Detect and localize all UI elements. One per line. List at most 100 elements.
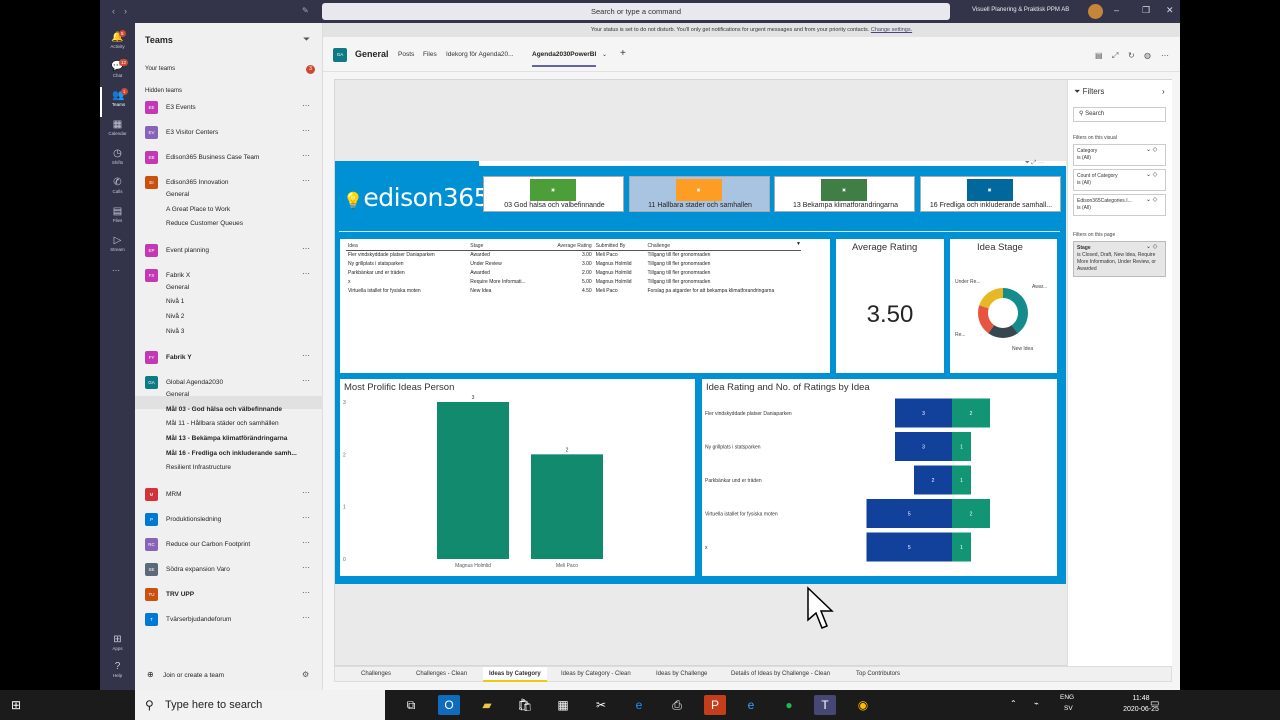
maximize-icon[interactable]: ❐ [1142, 5, 1150, 16]
column-header[interactable]: Stage [468, 242, 552, 251]
page-tab[interactable]: Ideas by Challenge [650, 667, 713, 682]
taskbar-search-input[interactable]: ⚲ Type here to search [135, 690, 385, 720]
rail-teams[interactable]: 👥 Teams 1 [100, 87, 135, 117]
compose-icon[interactable]: ✎ [302, 6, 309, 15]
team-row[interactable]: EE E3 Events ⋯ [135, 98, 323, 118]
table-row[interactable]: Fler vindskyddade platser Daniaparken Awa… [346, 250, 801, 259]
forward-icon[interactable]: › [124, 6, 127, 16]
back-icon[interactable]: ‹ [112, 6, 115, 16]
channel-item[interactable]: General [166, 191, 189, 198]
column-header[interactable]: Average Rating [551, 242, 594, 251]
more-options-icon[interactable]: ⋯ [302, 563, 310, 572]
more-options-icon[interactable]: ⋯ [302, 244, 310, 253]
tab-posts[interactable]: Posts [398, 51, 414, 58]
rail-activity[interactable]: 🔔 Activity 5 [100, 29, 135, 59]
visual-filter-card[interactable]: Category ⌄ ◇ is (All) [1073, 144, 1166, 166]
visual-filter-icon[interactable]: ⏷ ⤢ ⋯ [1025, 160, 1044, 167]
chevron-down-icon[interactable]: ⌄ ◇ [1146, 172, 1157, 179]
filter-search-input[interactable]: ⚲ Search [1073, 107, 1166, 122]
bar[interactable] [437, 402, 509, 559]
channel-item[interactable]: A Great Place to Work [166, 206, 230, 213]
stage-filter-card[interactable]: Stage ⌄ ◇ is Closed, Draft, New Idea, Re… [1073, 241, 1166, 277]
visual-filter-card[interactable]: Count of Category ⌄ ◇ is (All) [1073, 169, 1166, 191]
minimize-icon[interactable]: – [1114, 5, 1119, 15]
lang-primary[interactable]: ENG [1060, 694, 1074, 701]
team-row[interactable]: EI Edison365 Innovation ⋯ [135, 173, 323, 193]
windows-start-icon[interactable]: ⊞ [11, 698, 21, 712]
column-header[interactable]: Idea [346, 242, 469, 251]
table-row[interactable]: Virtuella istallet for fysiska moten New … [346, 286, 801, 295]
table-row[interactable]: Ny grillplats i statsparken Under Review 3… [346, 259, 801, 268]
channel-item[interactable]: Mål 13 - Bekämpa klimatförändringarna [166, 435, 287, 442]
more-options-icon[interactable]: ⋯ [302, 376, 310, 385]
team-row[interactable]: EV E3 Visitor Centers ⋯ [135, 123, 323, 143]
page-tab[interactable]: Ideas by Category - Clean [555, 667, 637, 682]
team-row[interactable]: T Tvärserbjudandeforum ⋯ [135, 610, 323, 630]
store-icon[interactable]: 🛍 [514, 695, 536, 715]
tab-idekorg[interactable]: Idekorg för Agenda20... [446, 51, 514, 58]
table-row[interactable]: Parkbänkar und er träden Awarded 2.00 Magnu… [346, 268, 801, 277]
average-rating-card[interactable]: Average Rating 3.50 [836, 239, 944, 373]
more-options-icon[interactable]: ⋯ [302, 538, 310, 547]
visual-filter-card[interactable]: Edison365Categories.I... ⌄ ◇ is (All) [1073, 194, 1166, 216]
donut-slice[interactable] [979, 288, 1003, 309]
more-options-icon[interactable]: ⋯ [302, 126, 310, 135]
most-prolific-visual[interactable]: Most Prolific Ideas Person 0 1 2 3 3 Magnus H… [340, 379, 695, 576]
goal-tile[interactable]: ▣ 16 Fredliga och inkluderande samhall... [919, 176, 1061, 212]
outlook-icon[interactable]: O [438, 695, 460, 715]
more-options-icon[interactable]: ⋯ [302, 101, 310, 110]
tray-chevron-icon[interactable]: ⌃ [1010, 699, 1017, 708]
refresh-icon[interactable]: ↻ [1128, 51, 1135, 60]
page-tab[interactable]: Challenges [355, 667, 397, 682]
filter-icon[interactable]: ⏷ [303, 34, 310, 45]
avatar[interactable] [1088, 4, 1103, 19]
goal-tile[interactable]: ▣ 03 God halsa och valbefinnande [483, 176, 624, 212]
close-icon[interactable]: ✕ [1166, 5, 1174, 16]
team-row[interactable]: SE Södra expansion Varo ⋯ [135, 560, 323, 580]
notifications-icon[interactable]: ▭ [1150, 698, 1159, 709]
teams-taskbar-icon[interactable]: T [814, 695, 836, 715]
goal-tile[interactable]: ▣ 13 Bekampa klimatforandringarna [774, 176, 915, 212]
team-row[interactable]: EB Edison365 Business Case Team ⋯ [135, 148, 323, 168]
printer-icon[interactable]: ⎙ [666, 695, 688, 715]
hidden-teams-label[interactable]: Hidden teams [145, 88, 182, 94]
channel-item[interactable]: Mål 11 - Hållbara städer och samhällen [166, 420, 279, 427]
team-row[interactable]: TU TRV UPP ⋯ [135, 585, 323, 605]
chrome-icon[interactable]: ◉ [852, 695, 874, 715]
channel-item[interactable]: Reduce Customer Queues [166, 220, 243, 227]
page-tab[interactable]: Details of Ideas by Challenge - Clean [725, 667, 836, 682]
table-row[interactable]: x Require More Informati... 5.00 Magnus Hol… [346, 277, 801, 286]
page-tab[interactable]: Ideas by Category [483, 667, 547, 682]
more-options-icon[interactable]: ⋯ [302, 176, 310, 185]
page-tab[interactable]: Top Contributors [850, 667, 906, 682]
add-team-icon[interactable]: ⊕ [147, 670, 154, 679]
donut-slice[interactable] [1003, 288, 1028, 334]
change-settings-link[interactable]: Change settings. [871, 27, 912, 33]
team-row[interactable]: FX Fabrik X ⋯ [135, 266, 323, 286]
globe-icon[interactable]: ◍ [1144, 51, 1151, 60]
more-options-icon[interactable]: ⋯ [302, 151, 310, 160]
channel-item[interactable]: General [166, 284, 189, 291]
sort-icon[interactable]: ▼ [796, 241, 801, 247]
lang-secondary[interactable]: SV [1064, 705, 1073, 712]
rail-files[interactable]: ▤ Files [100, 203, 135, 233]
rail-help[interactable]: ? Help [100, 658, 135, 688]
tab-files[interactable]: Files [423, 51, 437, 58]
channel-item[interactable]: Mål 16 - Fredliga och inkluderande samh.… [166, 450, 297, 457]
network-icon[interactable]: ⌁ [1034, 699, 1039, 708]
powerpoint-icon[interactable]: P [704, 695, 726, 715]
more-options-icon[interactable]: ⋯ [302, 488, 310, 497]
team-row[interactable]: GA Global Agenda2030 ⋯ [135, 373, 323, 393]
chevron-down-icon[interactable]: ⌄ ◇ [1146, 197, 1157, 204]
join-team-link[interactable]: Join or create a team [163, 672, 224, 679]
file-explorer-icon[interactable]: ▰ [476, 695, 498, 715]
rail-apps[interactable]: ⊞ Apps [100, 631, 135, 661]
rail-calls[interactable]: ✆ Calls [100, 174, 135, 204]
command-search-input[interactable]: Search or type a command [322, 3, 950, 20]
gear-icon[interactable]: ⚙ [302, 670, 309, 679]
ie-icon[interactable]: e [740, 695, 762, 715]
channel-item[interactable]: Mål 03 - God hälsa och välbefinnande [166, 406, 282, 413]
task-view-icon[interactable]: ⧉ [400, 695, 422, 715]
your-teams-label[interactable]: Your teams [145, 66, 175, 72]
channel-item[interactable]: General [166, 391, 189, 398]
